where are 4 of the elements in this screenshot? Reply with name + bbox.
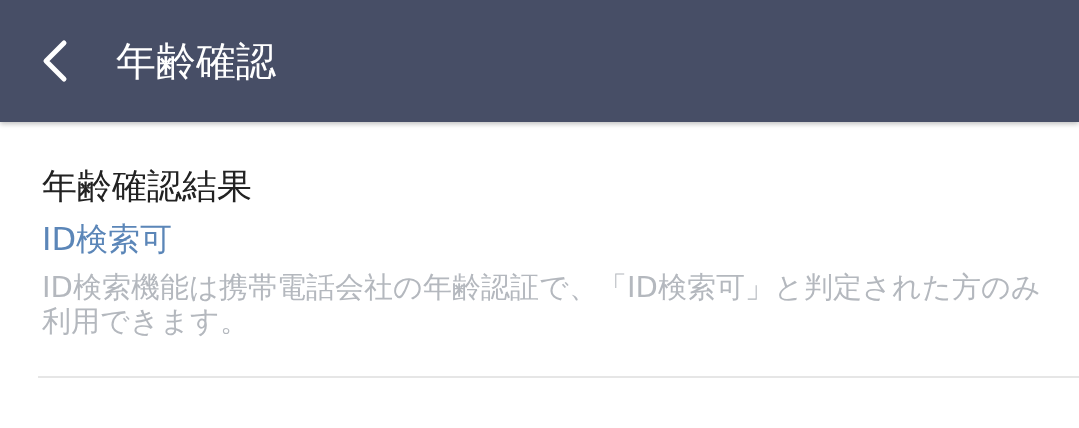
section-title: 年齢確認結果	[42, 165, 253, 208]
screen-title: 年齢確認	[116, 36, 276, 86]
description-text: ID検索機能は携帯電話会社の年齢認証で、「ID検索可」と判定された方のみ利用できます。	[42, 270, 1042, 338]
result-text: ID検索可	[42, 219, 174, 260]
